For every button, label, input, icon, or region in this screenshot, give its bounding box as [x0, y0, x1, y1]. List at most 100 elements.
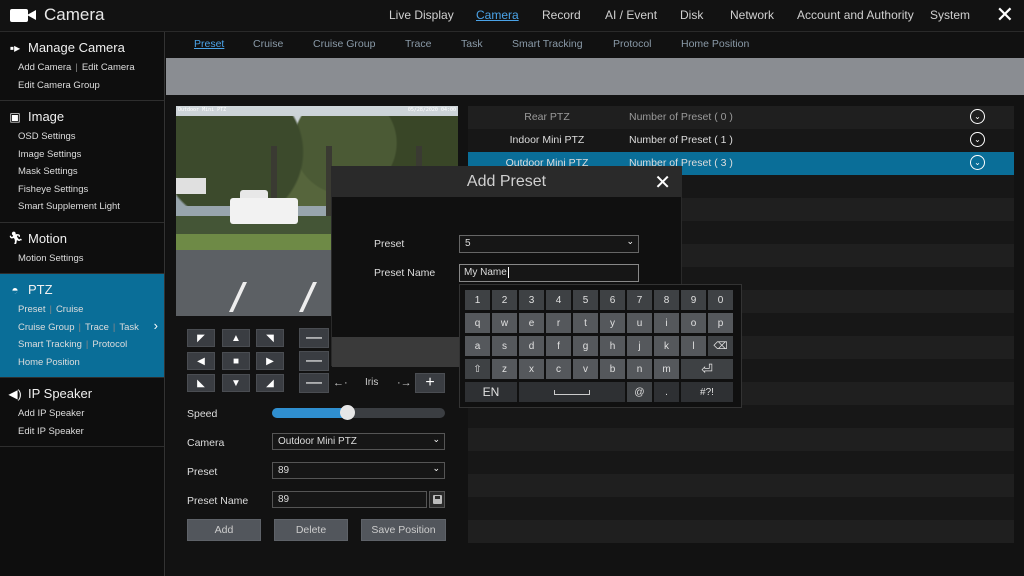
nav-account-authority[interactable]: Account and Authority	[797, 8, 914, 22]
nav-camera[interactable]: Camera	[476, 8, 519, 22]
tab-trace[interactable]: Trace	[405, 38, 431, 50]
key-0[interactable]: 0	[708, 290, 733, 310]
sidebar-head-ptz[interactable]: ◓ PTZ	[0, 282, 164, 297]
sidebar-item-cruise[interactable]: Cruise	[56, 304, 83, 315]
tab-smart-tracking[interactable]: Smart Tracking	[512, 38, 583, 50]
key-8[interactable]: 8	[654, 290, 679, 310]
preset-select[interactable]: 89 ⌄	[272, 462, 445, 479]
add-button[interactable]: Add	[187, 519, 261, 541]
sidebar-item-osd-settings[interactable]: OSD Settings	[18, 131, 76, 142]
dialog-preset-name-input[interactable]: My Name	[459, 264, 639, 282]
ptz-right-button[interactable]: ▶	[256, 352, 284, 370]
tab-cruise[interactable]: Cruise	[253, 38, 283, 50]
key-e[interactable]: e	[519, 313, 544, 333]
ptz-down-left-button[interactable]: ◣	[187, 374, 215, 392]
key-k[interactable]: k	[654, 336, 679, 356]
key-r[interactable]: r	[546, 313, 571, 333]
sidebar-item-edit-camera-group[interactable]: Edit Camera Group	[18, 80, 100, 91]
key-f[interactable]: f	[546, 336, 571, 356]
close-icon[interactable]: ✕	[654, 170, 671, 195]
sidebar-item-mask-settings[interactable]: Mask Settings	[18, 166, 78, 177]
iris-open-button[interactable]: +	[415, 373, 445, 393]
key-language[interactable]: EN	[465, 382, 517, 402]
key-l[interactable]: l	[681, 336, 706, 356]
sidebar-item-home-position[interactable]: Home Position	[18, 357, 80, 368]
backspace-icon[interactable]: ⌫	[708, 336, 733, 356]
sidebar-item-cruise-group[interactable]: Cruise Group	[18, 322, 75, 333]
close-icon[interactable]: ✕	[996, 4, 1014, 26]
key-symbols[interactable]: #?!	[681, 382, 733, 402]
tab-cruise-group[interactable]: Cruise Group	[313, 38, 375, 50]
sidebar-item-fisheye-settings[interactable]: Fisheye Settings	[18, 184, 88, 195]
ptz-up-right-button[interactable]: ◥	[256, 329, 284, 347]
key-u[interactable]: u	[627, 313, 652, 333]
key-x[interactable]: x	[519, 359, 544, 379]
enter-icon[interactable]: ⏎	[681, 359, 733, 379]
focus-out-button[interactable]: —	[299, 351, 329, 371]
ptz-down-right-button[interactable]: ◢	[256, 374, 284, 392]
key-n[interactable]: n	[627, 359, 652, 379]
iris-close-button[interactable]: —	[299, 373, 329, 393]
sidebar-item-add-ip-speaker[interactable]: Add IP Speaker	[18, 408, 84, 419]
tab-protocol[interactable]: Protocol	[613, 38, 652, 50]
sidebar-item-trace[interactable]: Trace	[85, 322, 109, 333]
key-9[interactable]: 9	[681, 290, 706, 310]
nav-disk[interactable]: Disk	[680, 8, 703, 22]
key-p[interactable]: p	[708, 313, 733, 333]
ptz-up-left-button[interactable]: ◤	[187, 329, 215, 347]
sidebar-head-ip-speaker[interactable]: ◀) IP Speaker	[0, 386, 164, 401]
nav-record[interactable]: Record	[542, 8, 581, 22]
speed-slider[interactable]	[272, 405, 445, 420]
sidebar-item-smart-tracking[interactable]: Smart Tracking	[18, 339, 82, 350]
sidebar-item-image-settings[interactable]: Image Settings	[18, 149, 81, 160]
key-q[interactable]: q	[465, 313, 490, 333]
key-i[interactable]: i	[654, 313, 679, 333]
key-g[interactable]: g	[573, 336, 598, 356]
key-b[interactable]: b	[600, 359, 625, 379]
nav-ai-event[interactable]: AI / Event	[605, 8, 657, 22]
sidebar-head-manage-camera[interactable]: ▪▸ Manage Camera	[0, 40, 164, 55]
key-s[interactable]: s	[492, 336, 517, 356]
save-icon[interactable]	[429, 491, 445, 508]
list-item[interactable]: Indoor Mini PTZ Number of Preset ( 1 ) ⌄	[468, 129, 1014, 152]
save-position-button[interactable]: Save Position	[361, 519, 446, 541]
sidebar-item-protocol[interactable]: Protocol	[92, 339, 127, 350]
key-a[interactable]: a	[465, 336, 490, 356]
key-space[interactable]	[519, 382, 625, 402]
key-1[interactable]: 1	[465, 290, 490, 310]
dialog-preset-select[interactable]: 5 ⌄	[459, 235, 639, 253]
tab-home-position[interactable]: Home Position	[681, 38, 749, 50]
chevron-down-icon[interactable]: ⌄	[970, 109, 985, 124]
sidebar-item-edit-camera[interactable]: Edit Camera	[82, 62, 135, 73]
key-3[interactable]: 3	[519, 290, 544, 310]
key-y[interactable]: y	[600, 313, 625, 333]
key-dot[interactable]: .	[654, 382, 679, 402]
sidebar-item-motion-settings[interactable]: Motion Settings	[18, 253, 83, 264]
chevron-down-icon[interactable]: ⌄	[970, 155, 985, 170]
delete-button[interactable]: Delete	[274, 519, 348, 541]
key-at[interactable]: @	[627, 382, 652, 402]
sidebar-item-preset[interactable]: Preset	[18, 304, 45, 315]
list-item[interactable]: Rear PTZ Number of Preset ( 0 ) ⌄	[468, 106, 1014, 129]
ptz-left-button[interactable]: ◀	[187, 352, 215, 370]
speed-slider-handle[interactable]	[340, 405, 355, 420]
tab-preset[interactable]: Preset	[194, 38, 224, 50]
ptz-down-button[interactable]: ▼	[222, 374, 250, 392]
key-w[interactable]: w	[492, 313, 517, 333]
sidebar-item-smart-supplement-light[interactable]: Smart Supplement Light	[18, 201, 120, 212]
nav-live-display[interactable]: Live Display	[389, 8, 454, 22]
key-7[interactable]: 7	[627, 290, 652, 310]
sidebar-item-task[interactable]: Task	[119, 322, 139, 333]
ptz-stop-button[interactable]: ■	[222, 352, 250, 370]
key-v[interactable]: v	[573, 359, 598, 379]
chevron-down-icon[interactable]: ⌄	[970, 132, 985, 147]
camera-select[interactable]: Outdoor Mini PTZ ⌄	[272, 433, 445, 450]
nav-network[interactable]: Network	[730, 8, 774, 22]
key-4[interactable]: 4	[546, 290, 571, 310]
key-2[interactable]: 2	[492, 290, 517, 310]
key-j[interactable]: j	[627, 336, 652, 356]
preset-name-input[interactable]: 89	[272, 491, 427, 508]
sidebar-item-add-camera[interactable]: Add Camera	[18, 62, 71, 73]
key-c[interactable]: c	[546, 359, 571, 379]
key-z[interactable]: z	[492, 359, 517, 379]
